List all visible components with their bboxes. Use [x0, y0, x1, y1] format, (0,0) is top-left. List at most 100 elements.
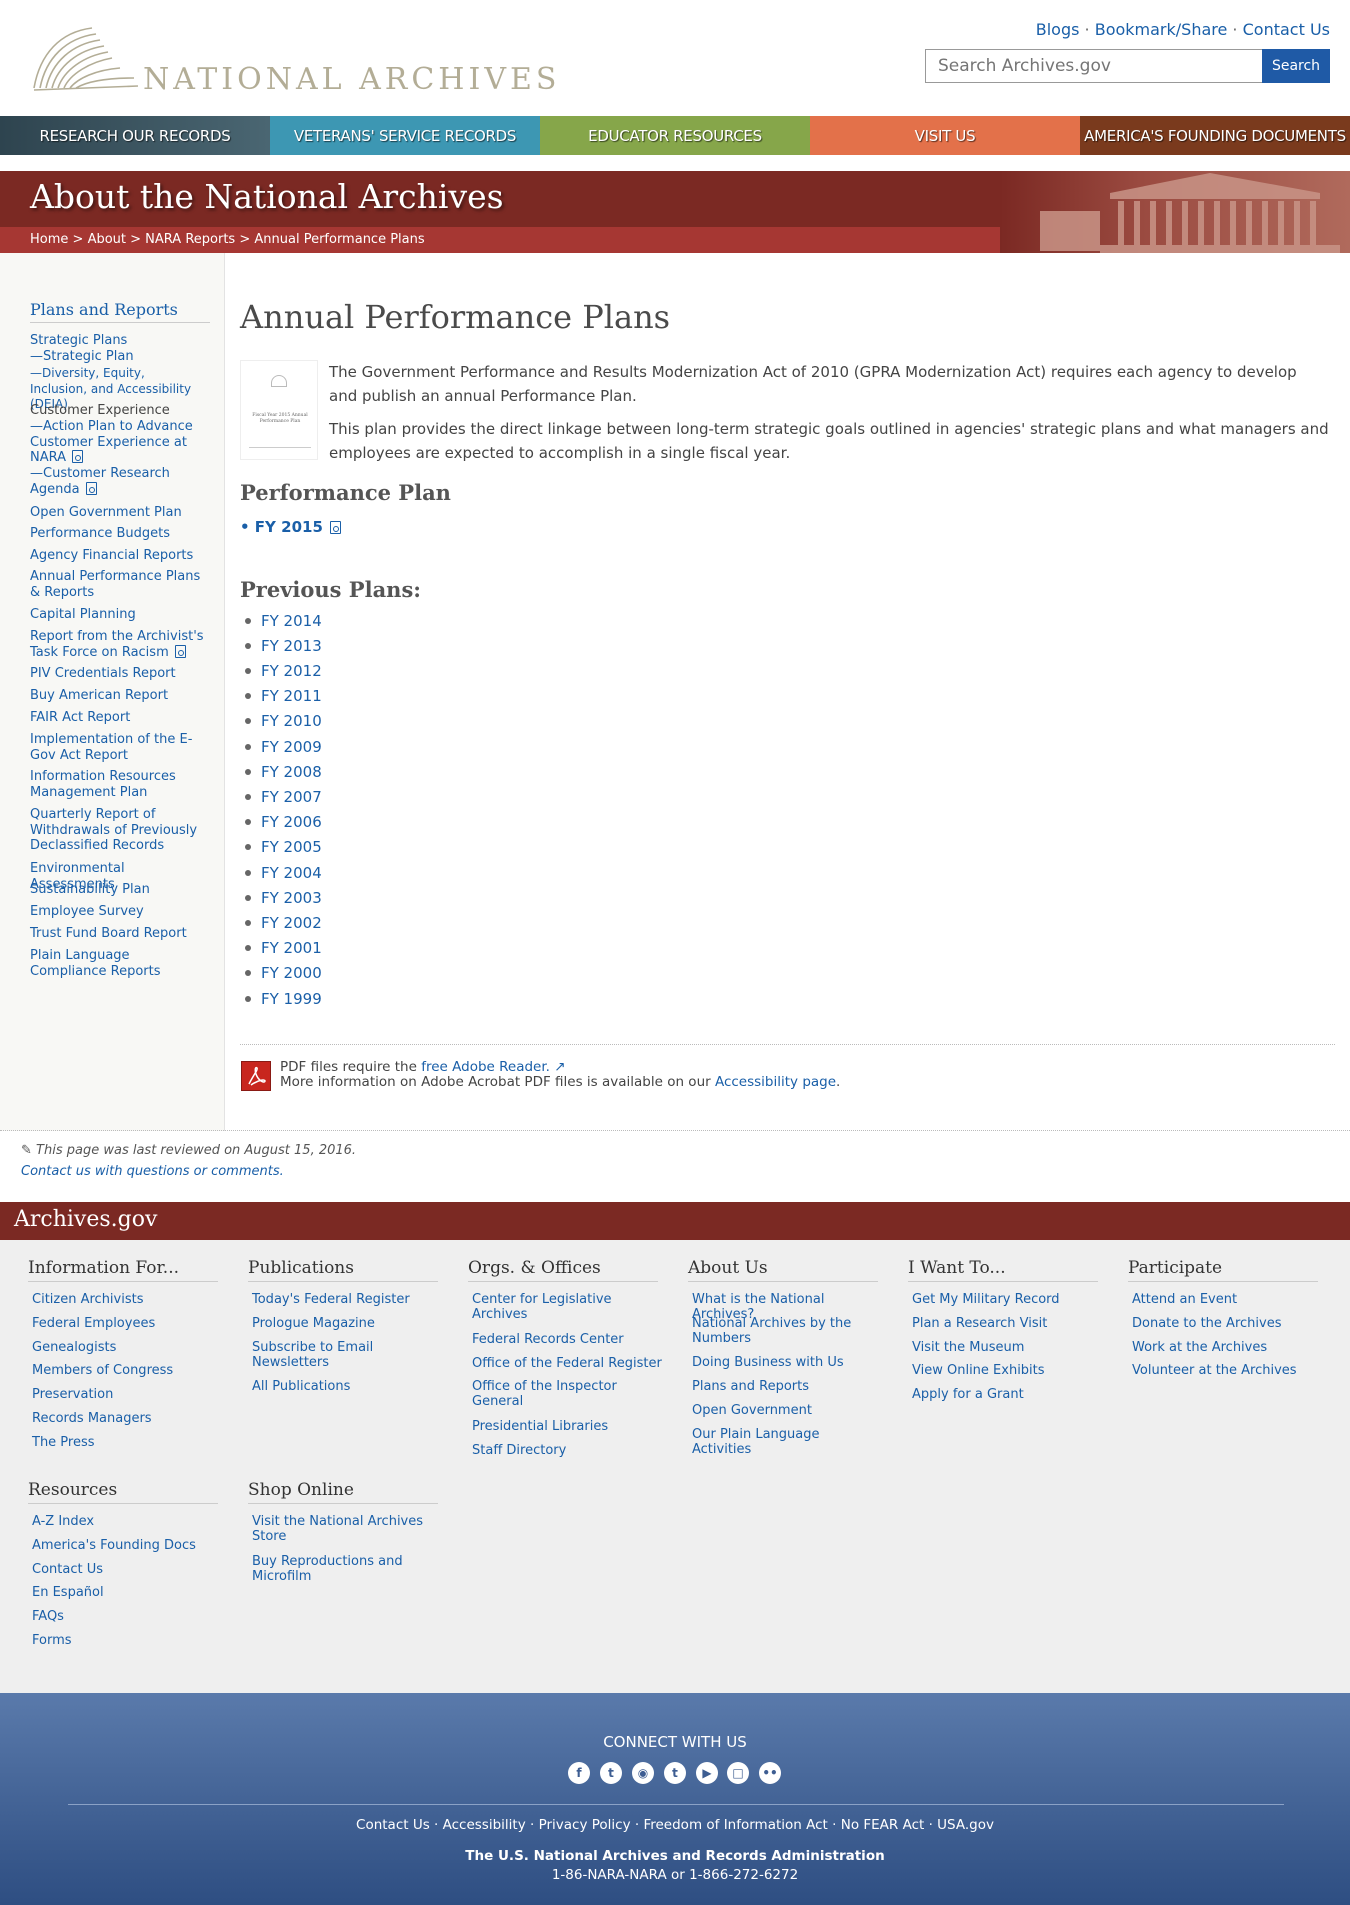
sidebar-item-irm-plan[interactable]: Information Resources Management Plan	[30, 769, 205, 800]
previous-plan-fy2010[interactable]: FY 2010	[261, 712, 322, 730]
footer-link[interactable]: Presidential Libraries	[472, 1419, 662, 1434]
previous-plan-fy2012[interactable]: FY 2012	[261, 662, 322, 680]
breadcrumb-nara-reports[interactable]: NARA Reports	[145, 232, 235, 247]
footer-link[interactable]: Office of the Federal Register	[472, 1356, 662, 1371]
footer-link[interactable]: Visit the Museum	[912, 1340, 1102, 1355]
footer-accessibility[interactable]: Accessibility	[443, 1817, 526, 1833]
sidebar-item-performance-budgets[interactable]: Performance Budgets	[30, 526, 205, 542]
previous-plan-fy2002[interactable]: FY 2002	[261, 914, 322, 932]
breadcrumb-home[interactable]: Home	[30, 232, 68, 247]
footer-link[interactable]: Forms	[32, 1633, 222, 1648]
nav-educator-resources[interactable]: EDUCATOR RESOURCES	[540, 116, 810, 155]
twitter-icon[interactable]: t	[600, 1762, 622, 1784]
footer-link[interactable]: Plans and Reports	[692, 1379, 882, 1394]
footer-no-fear-act[interactable]: No FEAR Act	[841, 1817, 925, 1833]
previous-plan-fy2014[interactable]: FY 2014	[261, 612, 322, 630]
footer-link[interactable]: View Online Exhibits	[912, 1363, 1102, 1378]
previous-plan-fy2008[interactable]: FY 2008	[261, 763, 322, 781]
footer-link[interactable]: Open Government	[692, 1403, 882, 1418]
sidebar-item-cx-research-agenda[interactable]: —Customer Research Agenda	[30, 466, 205, 497]
flickr-icon[interactable]: ••	[759, 1762, 781, 1784]
footer-link[interactable]: Volunteer at the Archives	[1132, 1363, 1322, 1378]
sidebar-item-task-force-racism[interactable]: Report from the Archivist's Task Force o…	[30, 629, 205, 660]
sidebar-item-fair-act[interactable]: FAIR Act Report	[30, 710, 205, 726]
footer-link[interactable]: Preservation	[32, 1387, 222, 1402]
previous-plan-fy2007[interactable]: FY 2007	[261, 788, 322, 806]
logo-text[interactable]: NATIONAL ARCHIVES	[143, 62, 560, 97]
footer-brand[interactable]: Archives.gov	[14, 1207, 157, 1232]
footer-link[interactable]: Members of Congress	[32, 1363, 222, 1378]
youtube-icon[interactable]: ▶	[696, 1762, 718, 1784]
sidebar-item-piv-credentials[interactable]: PIV Credentials Report	[30, 666, 205, 682]
national-archives-eagle-logo[interactable]	[30, 24, 142, 92]
footer-link[interactable]: Doing Business with Us	[692, 1355, 882, 1370]
sidebar-item-egov-act[interactable]: Implementation of the E-Gov Act Report	[30, 732, 205, 763]
footer-link[interactable]: Today's Federal Register	[252, 1292, 442, 1307]
tumblr-icon[interactable]: t	[664, 1762, 686, 1784]
sidebar-title[interactable]: Plans and Reports	[30, 300, 210, 323]
previous-plan-fy2006[interactable]: FY 2006	[261, 813, 322, 831]
footer-link[interactable]: Visit the National Archives Store	[252, 1514, 442, 1544]
footer-link[interactable]: Our Plain Language Activities	[692, 1427, 882, 1457]
footer-link[interactable]: Contact Us	[32, 1562, 222, 1577]
nav-research-our-records[interactable]: RESEARCH OUR RECORDS	[0, 116, 270, 155]
sidebar-item-capital-planning[interactable]: Capital Planning	[30, 607, 205, 623]
footer-link[interactable]: Donate to the Archives	[1132, 1316, 1322, 1331]
previous-plan-fy2004[interactable]: FY 2004	[261, 864, 322, 882]
footer-link[interactable]: Work at the Archives	[1132, 1340, 1322, 1355]
previous-plan-fy2000[interactable]: FY 2000	[261, 964, 322, 982]
nav-veterans-service-records[interactable]: VETERANS' SERVICE RECORDS	[270, 116, 540, 155]
sidebar-item-strategic-plan[interactable]: —Strategic Plan	[30, 349, 205, 365]
adobe-reader-link[interactable]: free Adobe Reader.	[421, 1059, 550, 1075]
footer-link[interactable]: Staff Directory	[472, 1443, 662, 1458]
sidebar-item-buy-american[interactable]: Buy American Report	[30, 688, 205, 704]
fy2015-link[interactable]: • FY 2015	[240, 518, 342, 536]
previous-plan-fy2011[interactable]: FY 2011	[261, 687, 322, 705]
footer-privacy-policy[interactable]: Privacy Policy	[539, 1817, 631, 1833]
footer-link[interactable]: Prologue Magazine	[252, 1316, 442, 1331]
footer-link[interactable]: Center for Legislative Archives	[472, 1292, 662, 1322]
footer-link[interactable]: En Español	[32, 1585, 222, 1600]
footer-link[interactable]: A-Z Index	[32, 1514, 222, 1529]
previous-plan-fy2013[interactable]: FY 2013	[261, 637, 322, 655]
footer-link[interactable]: Federal Employees	[32, 1316, 222, 1331]
previous-plan-fy2005[interactable]: FY 2005	[261, 838, 322, 856]
footer-link[interactable]: Attend an Event	[1132, 1292, 1322, 1307]
footer-link[interactable]: All Publications	[252, 1379, 442, 1394]
sidebar-item-strategic-plans[interactable]: Strategic Plans	[30, 333, 205, 349]
footer-link[interactable]: America's Founding Docs	[32, 1538, 222, 1553]
bookmark-share-link[interactable]: Bookmark/Share	[1095, 20, 1228, 39]
previous-plan-fy1999[interactable]: FY 1999	[261, 990, 322, 1008]
facebook-icon[interactable]: f	[568, 1762, 590, 1784]
blogs-link[interactable]: Blogs	[1036, 20, 1080, 39]
sidebar-item-quarterly-withdrawals[interactable]: Quarterly Report of Withdrawals of Previ…	[30, 807, 205, 854]
sidebar-item-sustainability-plan[interactable]: Sustainability Plan	[30, 882, 205, 898]
fy2015-plan-cover-thumbnail[interactable]: Fiscal Year 2015 Annual Performance Plan	[240, 360, 318, 460]
footer-link[interactable]: Federal Records Center	[472, 1332, 662, 1347]
nav-visit-us[interactable]: VISIT US	[810, 116, 1080, 155]
nav-americas-founding-documents[interactable]: AMERICA'S FOUNDING DOCUMENTS	[1080, 116, 1350, 155]
sidebar-item-plain-language[interactable]: Plain Language Compliance Reports	[30, 948, 205, 979]
blog-icon[interactable]: □	[727, 1762, 749, 1784]
footer-link[interactable]: Plan a Research Visit	[912, 1316, 1102, 1331]
footer-link[interactable]: Records Managers	[32, 1411, 222, 1426]
sidebar-item-agency-financial-reports[interactable]: Agency Financial Reports	[30, 548, 205, 564]
accessibility-page-link[interactable]: Accessibility page	[715, 1074, 836, 1090]
footer-contact-us[interactable]: Contact Us	[356, 1817, 430, 1833]
footer-foia[interactable]: Freedom of Information Act	[643, 1817, 827, 1833]
sidebar-item-trust-fund-board[interactable]: Trust Fund Board Report	[30, 926, 205, 942]
footer-link[interactable]: National Archives by the Numbers	[692, 1316, 882, 1346]
previous-plan-fy2009[interactable]: FY 2009	[261, 738, 322, 756]
footer-link[interactable]: Get My Military Record	[912, 1292, 1102, 1307]
previous-plan-fy2003[interactable]: FY 2003	[261, 889, 322, 907]
instagram-icon[interactable]: ◉	[632, 1762, 654, 1784]
contact-us-link[interactable]: Contact Us	[1243, 20, 1330, 39]
sidebar-item-open-government-plan[interactable]: Open Government Plan	[30, 505, 205, 521]
footer-link[interactable]: The Press	[32, 1435, 222, 1450]
sidebar-item-cx-action-plan[interactable]: —Action Plan to Advance Customer Experie…	[30, 419, 205, 466]
search-button[interactable]: Search	[1262, 49, 1330, 83]
search-input[interactable]	[925, 49, 1263, 83]
sidebar-item-employee-survey[interactable]: Employee Survey	[30, 904, 205, 920]
footer-link[interactable]: Citizen Archivists	[32, 1292, 222, 1307]
footer-link[interactable]: Apply for a Grant	[912, 1387, 1102, 1402]
